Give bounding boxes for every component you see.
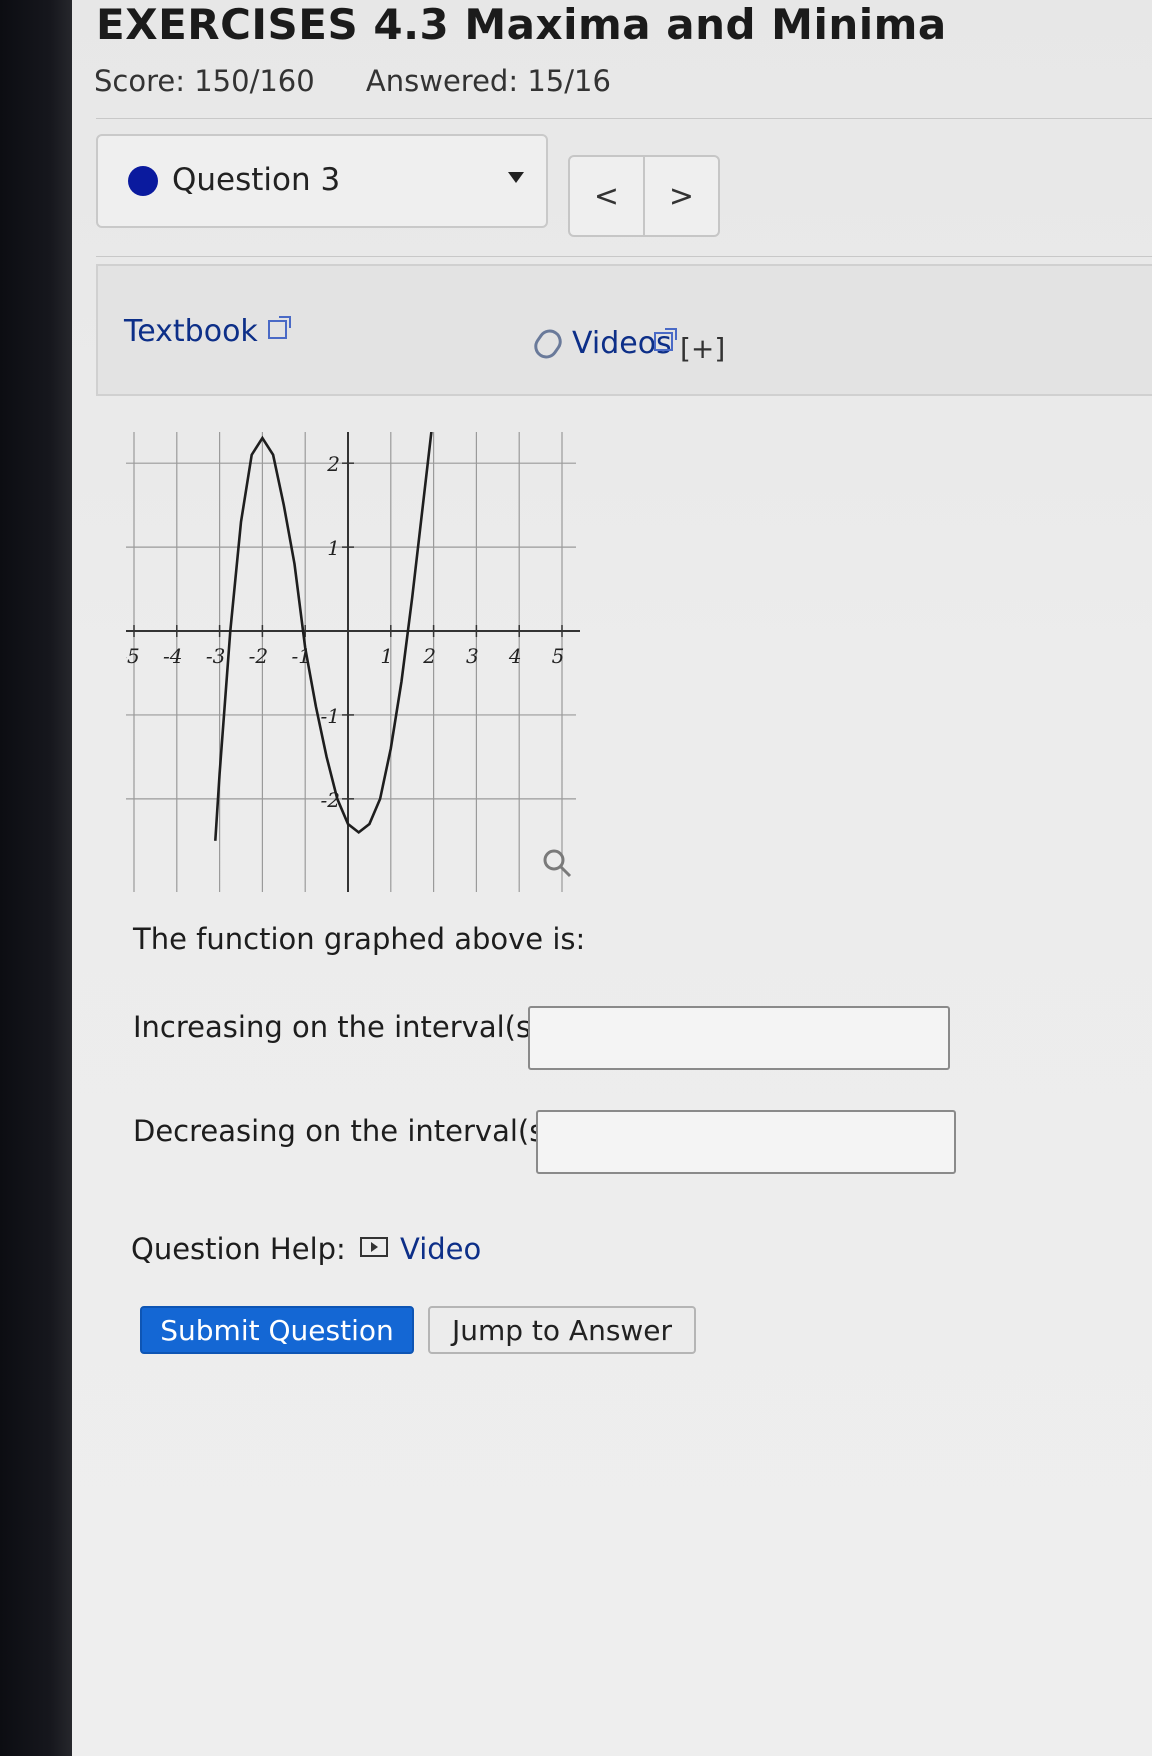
page-title: EXERCISES 4.3 Maxima and Minima <box>96 0 947 49</box>
y-tick-label: 2 <box>326 452 340 476</box>
function-graph: -5-4-3-2-112345 21-1-2 <box>126 432 580 892</box>
resources-panel: Textbook Videos [+] <box>96 264 1152 396</box>
x-tick-label: 1 <box>380 644 393 668</box>
videos-link[interactable]: Videos <box>529 324 672 364</box>
expand-videos-button[interactable]: [+] <box>680 332 725 365</box>
decreasing-label: Decreasing on the interval(s) <box>133 1114 556 1148</box>
next-question-button[interactable]: > <box>645 157 718 235</box>
chevron-down-icon <box>508 172 524 183</box>
x-tick-label: 5 <box>552 644 565 668</box>
zoom-icon[interactable] <box>543 849 572 878</box>
x-tick-label: 3 <box>466 644 479 668</box>
question-select[interactable]: Question 3 <box>96 134 548 228</box>
score-row: Score: 150/160 Answered: 15/16 <box>94 64 653 98</box>
question-select-label: Question 3 <box>172 162 341 198</box>
submit-question-button[interactable]: Submit Question <box>140 1306 414 1354</box>
textbook-link[interactable]: Textbook <box>124 314 291 349</box>
x-tick-label: 2 <box>422 644 436 668</box>
increasing-interval-input[interactable] <box>528 1006 950 1070</box>
question-status-dot <box>128 166 158 196</box>
video-play-icon <box>360 1237 388 1257</box>
jump-to-answer-button[interactable]: Jump to Answer <box>428 1306 696 1354</box>
x-tick-label: -3 <box>206 644 225 668</box>
help-video-link[interactable]: Video <box>360 1232 481 1266</box>
textbook-label: Textbook <box>124 314 258 349</box>
x-tick-label: -2 <box>249 644 268 668</box>
increasing-label: Increasing on the interval(s) <box>133 1010 543 1044</box>
decreasing-interval-input[interactable] <box>536 1110 956 1174</box>
help-video-label: Video <box>400 1232 482 1266</box>
external-link-icon <box>267 316 291 339</box>
question-help-label: Question Help: <box>131 1232 346 1266</box>
header-divider <box>96 118 1152 119</box>
score-text: Score: 150/160 <box>94 64 315 98</box>
external-link-icon[interactable] <box>654 328 677 351</box>
previous-question-button[interactable]: < <box>570 157 645 235</box>
answered-text: Answered: 15/16 <box>365 64 611 98</box>
question-prompt: The function graphed above is: <box>133 922 586 956</box>
paperclip-icon <box>529 324 567 364</box>
nav-divider <box>96 256 1152 257</box>
y-tick-label: 1 <box>327 536 340 560</box>
x-tick-label: -5 <box>126 644 140 668</box>
y-tick-label: -1 <box>321 704 340 728</box>
x-tick-label: 4 <box>508 644 522 668</box>
device-bezel <box>0 0 72 1756</box>
x-tick-label: -4 <box>163 644 182 668</box>
question-nav: < > <box>568 155 720 237</box>
